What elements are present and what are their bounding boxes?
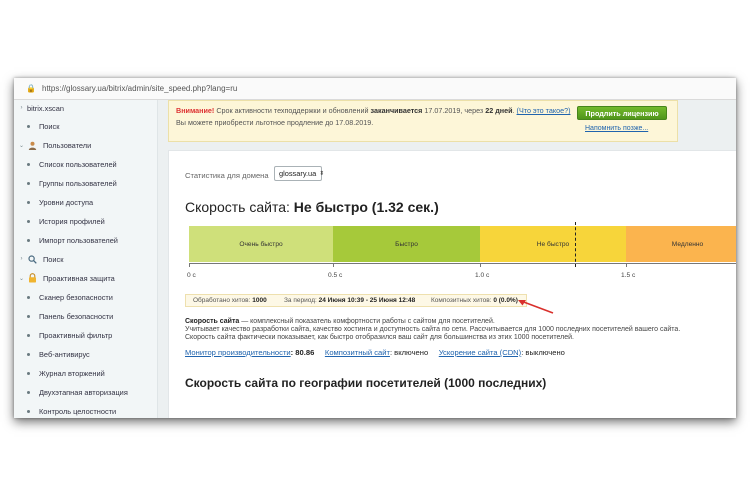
users-icon [27, 140, 37, 150]
description-line-1: Скорость сайта — комплексный показатель … [185, 318, 495, 325]
axis-tick [333, 263, 334, 267]
main-content: Внимание! Срок активности техподдержки и… [158, 100, 736, 418]
admin-sidebar: › bitrix.xscan Поиск ⌄ Пользователи Спис… [14, 100, 158, 418]
scale-fast: Быстро [333, 226, 480, 262]
domain-select[interactable]: glossary.ua ⬍ [274, 166, 325, 181]
tick-label: 1.0 c [475, 272, 490, 279]
sidebar-item-search-module[interactable]: › Поиск [14, 251, 158, 267]
tick-label: 1.5 c [621, 272, 636, 279]
bullet-icon [27, 181, 30, 185]
current-speed-marker [575, 222, 576, 267]
period: За период: 24 Июня 10:39 - 25 Июня 12:48 [284, 297, 416, 304]
chevron-down-icon: ⌄ [18, 275, 25, 282]
description-line-3: Скорость сайта фактически показывает, ка… [185, 334, 574, 341]
notice-line-2: Вы можете приобрести льготное продление … [176, 118, 374, 127]
remind-later-link[interactable]: Напомнить позже... [585, 125, 648, 132]
axis-tick [480, 263, 481, 267]
sidebar-item-web-antivirus[interactable]: Веб-антивирус [14, 346, 158, 362]
speed-title: Скорость сайта: Не быстро (1.32 сек.) [185, 199, 439, 215]
domain-label: Статистика для домена [185, 171, 269, 180]
composite-hits: Композитных хитов: 0 (0.0%) [431, 297, 518, 304]
select-arrows-icon: ⬍ [319, 171, 325, 177]
performance-links: Монитор производительности: 80.86 Композ… [185, 348, 565, 357]
bullet-icon [27, 238, 30, 242]
sidebar-item-user-list[interactable]: Список пользователей [14, 156, 158, 172]
renew-license-button[interactable]: Продлить лицензию [577, 106, 667, 120]
bullet-icon [27, 295, 30, 299]
red-arrow-icon [518, 300, 554, 314]
description-line-2: Учитывает качество разработки сайта, кач… [185, 326, 681, 333]
url-text[interactable]: https://glossary.ua/bitrix/admin/site_sp… [42, 84, 237, 93]
speed-description: Скорость сайта — комплексный показатель … [185, 318, 680, 342]
lock-icon [27, 273, 37, 283]
sidebar-item-integrity-control[interactable]: Контроль целостности [14, 403, 158, 418]
scale-not-fast: Не быстро [480, 226, 626, 262]
scale-axis [189, 263, 736, 264]
license-notice: Внимание! Срок активности техподдержки и… [168, 100, 678, 142]
composite-site-link[interactable]: Композитный сайт [325, 348, 390, 357]
what-is-this-link[interactable]: (Что это такое?) [517, 106, 571, 115]
browser-window: 🔒 https://glossary.ua/bitrix/admin/site_… [14, 78, 736, 418]
performance-monitor-link[interactable]: Монитор производительности [185, 348, 291, 357]
axis-tick [626, 263, 627, 267]
chevron-right-icon: › [20, 256, 23, 262]
sidebar-item-proactive-protection[interactable]: ⌄ Проактивная защита [14, 270, 158, 286]
bullet-icon [27, 371, 30, 375]
geo-section-title: Скорость сайта по географии посетителей … [185, 376, 547, 390]
sidebar-item-xscan[interactable]: › bitrix.xscan [14, 100, 158, 116]
chevron-right-icon: › [20, 105, 23, 111]
tick-label: 0.5 c [328, 272, 343, 279]
sidebar-item-user-import[interactable]: Импорт пользователей [14, 232, 158, 248]
bullet-icon [27, 352, 30, 356]
sidebar-item-security-scanner[interactable]: Сканер безопасности [14, 289, 158, 305]
bullet-icon [27, 162, 30, 166]
sidebar-item-search[interactable]: Поиск [14, 118, 158, 134]
bullet-icon [27, 124, 30, 128]
sidebar-item-security-panel[interactable]: Панель безопасности [14, 308, 158, 324]
sidebar-item-users[interactable]: ⌄ Пользователи [14, 137, 158, 153]
bullet-icon [27, 219, 30, 223]
sidebar-item-user-groups[interactable]: Группы пользователей [14, 175, 158, 191]
bullet-icon [27, 314, 30, 318]
address-bar[interactable]: 🔒 https://glossary.ua/bitrix/admin/site_… [14, 78, 736, 100]
sidebar-item-access-levels[interactable]: Уровни доступа [14, 194, 158, 210]
scale-very-fast: Очень быстро [189, 226, 333, 262]
lock-icon: 🔒 [26, 84, 36, 93]
sidebar-item-proactive-filter[interactable]: Проактивный фильтр [14, 327, 158, 343]
axis-tick [189, 263, 190, 267]
sidebar-item-two-factor[interactable]: Двухэтапная авторизация [14, 384, 158, 400]
notice-line-1: Внимание! Срок активности техподдержки и… [176, 106, 571, 115]
bullet-icon [27, 333, 30, 337]
site-speed-panel: Статистика для домена glossary.ua ⬍ Скор… [168, 150, 736, 418]
search-icon [27, 254, 37, 264]
chevron-down-icon: ⌄ [18, 142, 25, 149]
tick-label: 0 c [187, 272, 196, 279]
sidebar-item-intrusion-log[interactable]: Журнал вторжений [14, 365, 158, 381]
scale-slow: Медленно [626, 226, 736, 262]
cdn-link[interactable]: Ускорение сайта (CDN) [439, 348, 521, 357]
bullet-icon [27, 409, 30, 413]
bullet-icon [27, 390, 30, 394]
hits-summary: Обработано хитов: 1000 За период: 24 Июн… [185, 294, 527, 307]
bullet-icon [27, 200, 30, 204]
sidebar-item-profile-history[interactable]: История профилей [14, 213, 158, 229]
processed-hits: Обработано хитов: 1000 [193, 297, 267, 304]
